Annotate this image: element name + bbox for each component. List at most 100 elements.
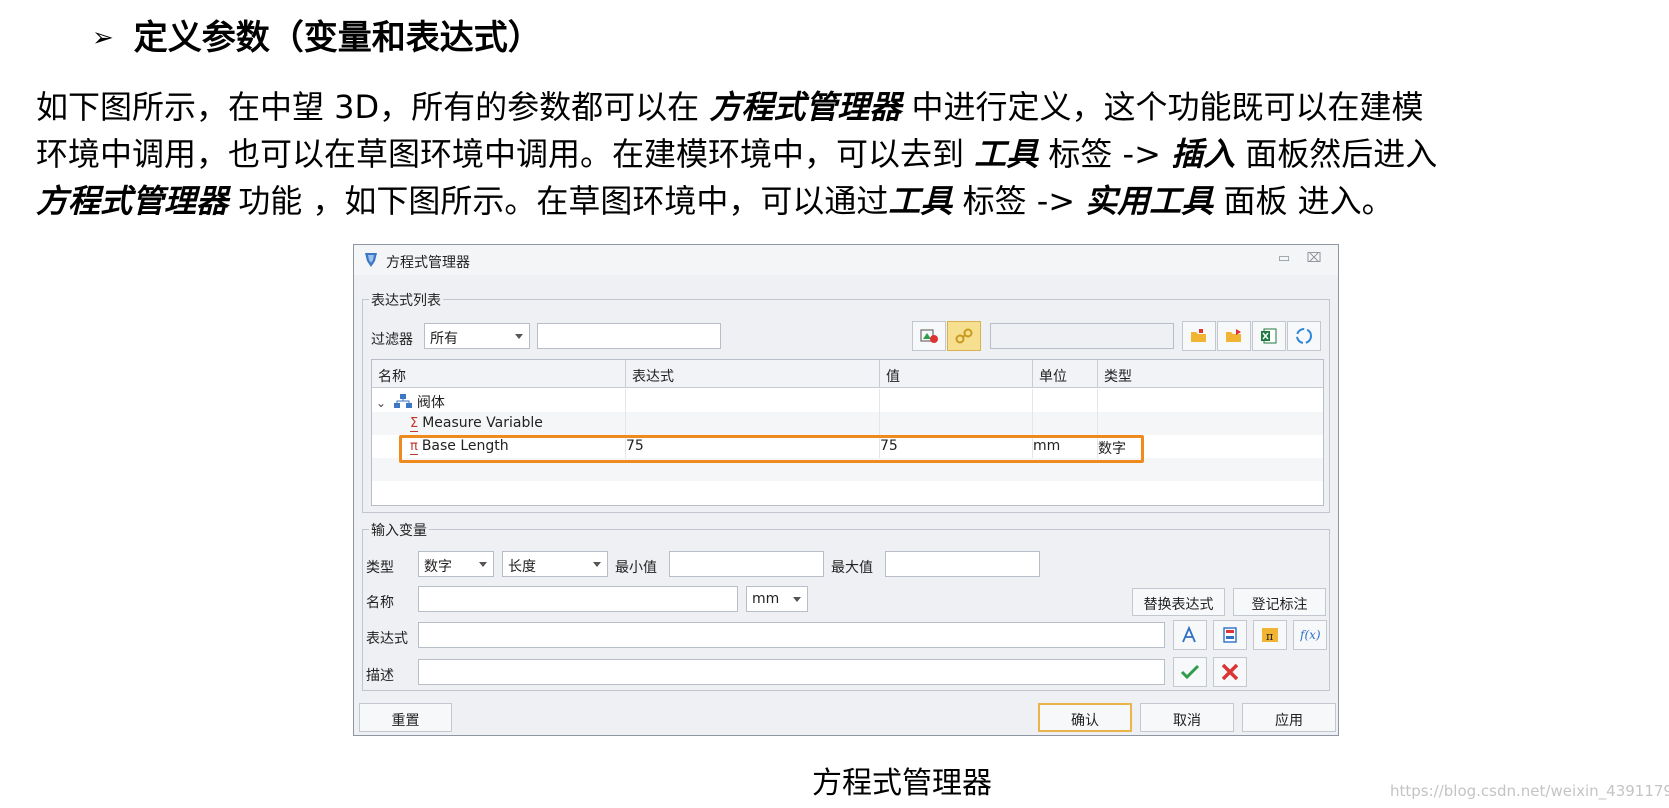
expression-input[interactable] xyxy=(418,622,1165,648)
apply-button[interactable]: 应用 xyxy=(1242,703,1336,732)
calculator-button[interactable] xyxy=(1213,620,1247,650)
emphasis: 插入 xyxy=(1171,135,1236,173)
emphasis: 方程式管理器 xyxy=(709,88,902,126)
replace-expression-button[interactable]: 替换表达式 xyxy=(1132,588,1225,616)
assembly-tree-icon xyxy=(394,394,413,408)
filter-select[interactable]: 所有 xyxy=(424,323,530,349)
chevron-down-icon xyxy=(593,562,601,567)
tree-root-row[interactable]: ⌄ 阀体 xyxy=(372,389,1323,412)
arrow-bullet-icon: ➢ xyxy=(92,23,114,53)
expr-cell xyxy=(626,412,880,435)
export-button[interactable] xyxy=(1217,321,1251,351)
folder-open-icon xyxy=(1191,329,1206,342)
svg-text:f(x): f(x) xyxy=(1300,628,1321,642)
expression-label: 表达式 xyxy=(366,631,408,647)
insert-function-button[interactable]: f(x) xyxy=(1293,620,1327,650)
text: 功能 ，如下图所示。在草图环境中，可以通过 xyxy=(228,182,889,220)
name-input[interactable] xyxy=(418,586,738,612)
type-select[interactable]: 数字 xyxy=(418,551,494,577)
description-input[interactable] xyxy=(418,659,1165,685)
emphasis: 工具 xyxy=(888,182,953,220)
type-value: 数字 xyxy=(424,559,452,575)
text: 如下图所示，在中望 3D，所有的参数都可以在 xyxy=(36,88,710,126)
text-style-button[interactable] xyxy=(1173,620,1207,650)
value-cell xyxy=(880,389,1033,412)
sigma-icon: Σ xyxy=(410,416,419,432)
group-label: 表达式列表 xyxy=(369,290,443,310)
expr-cell xyxy=(626,389,880,412)
close-icon[interactable]: ⌧ xyxy=(1306,252,1322,266)
accept-button[interactable] xyxy=(1173,657,1207,687)
equation-manager-dialog: 方程式管理器 ▭ ⌧ 表达式列表 过滤器 所有 名称 表达式 值 单位 类型 ⌄… xyxy=(353,244,1339,736)
column-header[interactable]: 值 xyxy=(880,360,1033,388)
view-icon-button[interactable] xyxy=(912,321,946,351)
svg-text:π: π xyxy=(1266,630,1273,643)
view-icon xyxy=(920,329,938,343)
name-cell: ⌄ 阀体 xyxy=(372,389,626,412)
unit-select[interactable]: mm xyxy=(746,586,808,612)
chevron-down-icon[interactable]: ⌄ xyxy=(376,396,390,410)
reset-button[interactable]: 重置 xyxy=(359,703,452,732)
filter-label: 过滤器 xyxy=(371,332,413,348)
insert-pi-button[interactable]: π xyxy=(1253,620,1287,650)
column-header[interactable]: 单位 xyxy=(1033,360,1098,388)
link-toggle-button[interactable] xyxy=(947,321,981,351)
emphasis: 实用工具 xyxy=(1085,182,1214,220)
text: 标签 -> xyxy=(952,182,1086,220)
group-label: 输入变量 xyxy=(369,520,429,540)
row-name: Measure Variable xyxy=(422,415,543,431)
dialog-titlebar: 方程式管理器 ▭ ⌧ xyxy=(354,245,1338,275)
chevron-down-icon xyxy=(793,597,801,602)
checkmark-icon xyxy=(1180,664,1200,680)
subtype-value: 长度 xyxy=(508,559,536,575)
font-icon xyxy=(1182,626,1196,643)
table-header: 名称 表达式 值 单位 类型 xyxy=(372,360,1323,388)
watermark: https://blog.csdn.net/weixin_43911798 xyxy=(1390,782,1669,800)
excel-icon xyxy=(1261,328,1277,344)
filter-value: 所有 xyxy=(430,331,458,347)
name-label: 名称 xyxy=(366,595,394,611)
column-header[interactable]: 名称 xyxy=(372,360,626,388)
text: 中进行定义，这个功能既可以在建模 xyxy=(901,88,1424,126)
refresh-icon xyxy=(1296,328,1312,344)
text: 面板 进入。 xyxy=(1213,182,1394,220)
table-row[interactable]: Σ Measure Variable xyxy=(372,412,1323,435)
dialog-title: 方程式管理器 xyxy=(386,255,470,271)
name-cell: Σ Measure Variable xyxy=(372,412,626,435)
filter-input[interactable] xyxy=(537,323,721,349)
unit-cell xyxy=(1033,389,1098,412)
min-input[interactable] xyxy=(669,551,824,577)
min-label: 最小值 xyxy=(615,560,657,576)
column-header[interactable]: 表达式 xyxy=(626,360,880,388)
unit-value: mm xyxy=(752,591,780,607)
subtype-select[interactable]: 长度 xyxy=(502,551,608,577)
discard-button[interactable] xyxy=(1213,657,1247,687)
comment-icon[interactable]: ▭ xyxy=(1276,252,1292,266)
pi-box-icon: π xyxy=(1262,628,1278,643)
column-header[interactable]: 类型 xyxy=(1098,360,1325,388)
cancel-button[interactable]: 取消 xyxy=(1140,703,1234,732)
import-button[interactable] xyxy=(1182,321,1216,351)
paragraph-line-1: 如下图所示，在中望 3D，所有的参数都可以在 方程式管理器 中进行定义，这个功能… xyxy=(36,84,1656,131)
emphasis: 工具 xyxy=(974,135,1039,173)
type-label: 类型 xyxy=(366,560,394,576)
paragraph-line-2: 环境中调用，也可以在草图环境中调用。在建模环境中，可以去到 工具 标签 -> 插… xyxy=(36,131,1656,178)
refresh-button[interactable] xyxy=(1287,321,1321,351)
red-x-icon xyxy=(1221,663,1239,681)
figure-caption: 方程式管理器 xyxy=(812,766,992,801)
text: 环境中调用，也可以在草图环境中调用。在建模环境中，可以去到 xyxy=(36,135,975,173)
chevron-down-icon xyxy=(515,334,523,339)
heading-text: 定义参数（变量和表达式） xyxy=(133,18,542,58)
paragraph-line-3: 方程式管理器 功能 ，如下图所示。在草图环境中，可以通过工具 标签 -> 实用工… xyxy=(36,178,1656,225)
excel-button[interactable] xyxy=(1252,321,1286,351)
expression-table: 名称 表达式 值 单位 类型 ⌄ 阀体 Σ Measure Variable πB… xyxy=(371,359,1324,506)
app-icon xyxy=(365,253,377,267)
value-cell xyxy=(880,412,1033,435)
function-icon: f(x) xyxy=(1300,628,1321,642)
ok-button[interactable]: 确认 xyxy=(1038,703,1132,732)
description-label: 描述 xyxy=(366,668,394,684)
folder-export-icon xyxy=(1226,329,1241,342)
max-input[interactable] xyxy=(885,551,1040,577)
register-dimension-button[interactable]: 登记标注 xyxy=(1233,588,1326,616)
text: 面板然后进入 xyxy=(1235,135,1438,173)
